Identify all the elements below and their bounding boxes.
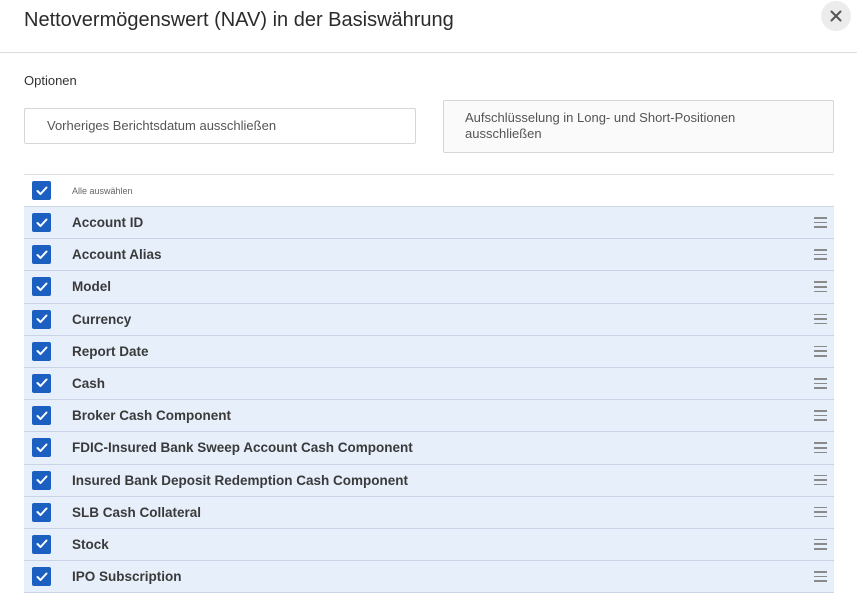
field-checkbox[interactable] <box>32 534 51 554</box>
checkmark-icon <box>36 443 47 452</box>
field-row[interactable]: IPO Subscription <box>24 561 834 594</box>
field-row[interactable]: Currency <box>24 303 834 336</box>
drag-handle-icon[interactable] <box>814 506 827 518</box>
field-label: FDIC-Insured Bank Sweep Account Cash Com… <box>72 440 413 456</box>
select-all-label: Alle auswählen <box>72 186 133 196</box>
field-row[interactable]: FDIC-Insured Bank Sweep Account Cash Com… <box>24 432 834 465</box>
field-label: Report Date <box>72 343 149 359</box>
field-row[interactable]: Cash <box>24 367 834 401</box>
field-checkbox[interactable] <box>32 470 51 490</box>
drag-handle-icon[interactable] <box>814 538 827 550</box>
exclude-long-short-breakdown-button[interactable]: Aufschlüsselung in Long- und Short-Posit… <box>443 100 834 153</box>
field-label: Account ID <box>72 215 144 230</box>
checkmark-icon <box>36 282 47 291</box>
drag-handle-icon[interactable] <box>814 313 827 325</box>
drag-handle-icon[interactable] <box>814 571 827 582</box>
checkmark-icon <box>36 186 47 195</box>
checkmark-icon <box>36 250 47 259</box>
field-checkbox[interactable] <box>32 373 51 393</box>
field-list: Alle auswählen Account ID Account Alias Mo… <box>24 174 834 594</box>
checkmark-icon <box>36 475 47 484</box>
field-checkbox[interactable] <box>32 406 51 426</box>
field-label: Stock <box>72 536 109 552</box>
field-label: Broker Cash Component <box>72 408 232 424</box>
field-checkbox[interactable] <box>32 309 51 329</box>
close-icon <box>830 10 842 22</box>
dialog-header: Nettovermögenswert (NAV) in der Basiswäh… <box>0 0 857 53</box>
checkmark-icon <box>36 346 47 356</box>
checkmark-icon <box>36 539 47 549</box>
field-label: Currency <box>72 311 132 327</box>
checkmark-icon <box>36 218 47 227</box>
field-label: IPO Subscription <box>72 569 182 585</box>
checkmark-icon <box>36 572 47 581</box>
field-checkbox[interactable] <box>32 341 51 361</box>
options-label: Optionen <box>24 73 77 88</box>
select-all-row[interactable]: Alle auswählen <box>24 175 834 207</box>
drag-handle-icon[interactable] <box>814 249 827 260</box>
field-row[interactable]: Stock <box>24 528 834 562</box>
field-row[interactable]: Model <box>24 271 834 304</box>
field-row[interactable]: Insured Bank Deposit Redemption Cash Com… <box>24 464 834 497</box>
checkmark-icon <box>36 411 47 420</box>
field-label: Account Alias <box>72 247 162 263</box>
field-row[interactable]: Report Date <box>24 335 834 368</box>
field-checkbox[interactable] <box>32 245 51 265</box>
drag-handle-icon[interactable] <box>814 410 827 421</box>
field-checkbox[interactable] <box>32 277 51 297</box>
drag-handle-icon[interactable] <box>814 442 827 454</box>
drag-handle-icon[interactable] <box>814 345 827 357</box>
close-button[interactable] <box>821 1 851 31</box>
field-checkbox[interactable] <box>32 438 51 458</box>
nav-report-dialog: Nettovermögenswert (NAV) in der Basiswäh… <box>0 0 857 594</box>
checkmark-icon <box>36 507 47 517</box>
field-row[interactable]: Broker Cash Component <box>24 400 834 433</box>
field-checkbox[interactable] <box>32 213 51 232</box>
exclude-prior-report-date-button[interactable]: Vorheriges Berichtsdatum ausschließen <box>24 108 416 144</box>
dialog-title: Nettovermögenswert (NAV) in der Basiswäh… <box>24 9 454 31</box>
field-row[interactable]: Account Alias <box>24 239 834 272</box>
drag-handle-icon[interactable] <box>814 474 827 486</box>
field-label: Insured Bank Deposit Redemption Cash Com… <box>72 472 409 488</box>
checkmark-icon <box>36 378 47 388</box>
field-label: Cash <box>72 375 106 391</box>
field-label: SLB Cash Collateral <box>72 504 202 520</box>
drag-handle-icon[interactable] <box>814 377 827 389</box>
field-row[interactable]: Account ID <box>24 207 834 240</box>
field-label: Model <box>72 279 111 295</box>
select-all-checkbox[interactable] <box>32 181 51 200</box>
drag-handle-icon[interactable] <box>814 281 827 293</box>
field-checkbox[interactable] <box>32 567 51 587</box>
checkmark-icon <box>36 314 47 324</box>
drag-handle-icon[interactable] <box>814 217 827 228</box>
field-checkbox[interactable] <box>32 502 51 522</box>
field-row[interactable]: SLB Cash Collateral <box>24 496 834 529</box>
